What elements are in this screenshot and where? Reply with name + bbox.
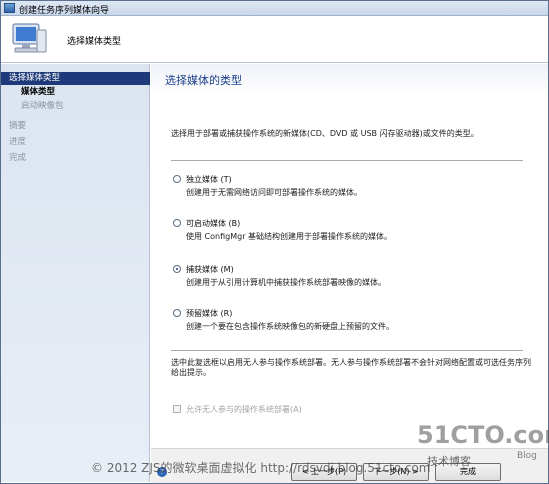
unattended-checkbox-label[interactable]: 允许无人参与的操作系统部署(A) bbox=[186, 404, 302, 415]
option-label[interactable]: 可启动媒体 (B) bbox=[186, 218, 240, 229]
title-bar: 创建任务序列媒体向导 bbox=[1, 1, 548, 16]
window-title: 创建任务序列媒体向导 bbox=[19, 6, 110, 16]
option-label[interactable]: 捕获媒体 (M) bbox=[186, 264, 234, 275]
site-logo: 51CTO.com Blog 技术博客 bbox=[417, 421, 549, 468]
option-description: 创建用于从引用计算机中捕获操作系统部署映像的媒体。 bbox=[186, 278, 386, 287]
nav-item-complete: 完成 bbox=[9, 153, 27, 163]
radio-bootable[interactable] bbox=[173, 219, 181, 227]
option-description: 创建一个要在包含操作系统映像包的新硬盘上预留的文件。 bbox=[186, 322, 394, 331]
wizard-window: 创建任务序列媒体向导 选择媒体类型 选择媒体类型 媒体类型 启动映像包 摘要 进… bbox=[0, 0, 549, 484]
nav-item-progress: 进度 bbox=[9, 137, 27, 147]
option-description: 创建用于无需网络访问即可部署操作系统的媒体。 bbox=[186, 188, 362, 197]
page-description: 选择用于部署或捕获操作系统的新媒体(CD、DVD 或 USB 闪存驱动器)或文件… bbox=[171, 129, 479, 138]
nav-item-boot-image: 启动映像包 bbox=[21, 101, 64, 111]
content-title: 选择媒体的类型 bbox=[165, 74, 242, 87]
radio-prestaged[interactable] bbox=[173, 309, 181, 317]
divider bbox=[171, 350, 523, 351]
divider bbox=[171, 160, 523, 161]
content-header: 选择媒体的类型 bbox=[151, 64, 548, 94]
radio-standalone[interactable] bbox=[173, 175, 181, 183]
nav-item-summary: 摘要 bbox=[9, 121, 27, 131]
logo-text: 51CTO.com bbox=[417, 421, 549, 449]
logo-blog: Blog bbox=[517, 451, 537, 461]
header-title: 选择媒体类型 bbox=[67, 37, 122, 47]
unattended-note: 选中此复选框以启用无人参与操作系统部署。无人参与操作系统部署不会针对网络配置或可… bbox=[171, 358, 531, 377]
option-description: 使用 ConfigMgr 基础结构创建用于部署操作系统的媒体。 bbox=[186, 232, 393, 241]
option-label[interactable]: 预留媒体 (R) bbox=[186, 308, 232, 319]
copyright-watermark: © 2012 ZJS的微软桌面虚拟化 http://rdsvdi.blog.51… bbox=[91, 461, 431, 475]
logo-subtitle: 技术博客 bbox=[427, 455, 471, 468]
nav-item-select-media-type[interactable]: 选择媒体类型 bbox=[1, 72, 150, 85]
computer-icon bbox=[12, 23, 47, 53]
app-icon bbox=[4, 3, 15, 13]
radio-capture[interactable] bbox=[173, 265, 181, 273]
wizard-content: 选择媒体的类型 选择用于部署或捕获操作系统的新媒体(CD、DVD 或 USB 闪… bbox=[151, 64, 548, 482]
unattended-checkbox[interactable] bbox=[173, 405, 181, 413]
nav-item-media-type[interactable]: 媒体类型 bbox=[1, 86, 150, 99]
wizard-nav: 选择媒体类型 媒体类型 启动映像包 摘要 进度 完成 bbox=[1, 64, 150, 482]
wizard-header: 选择媒体类型 bbox=[1, 16, 548, 63]
option-label[interactable]: 独立媒体 (T) bbox=[186, 174, 232, 185]
